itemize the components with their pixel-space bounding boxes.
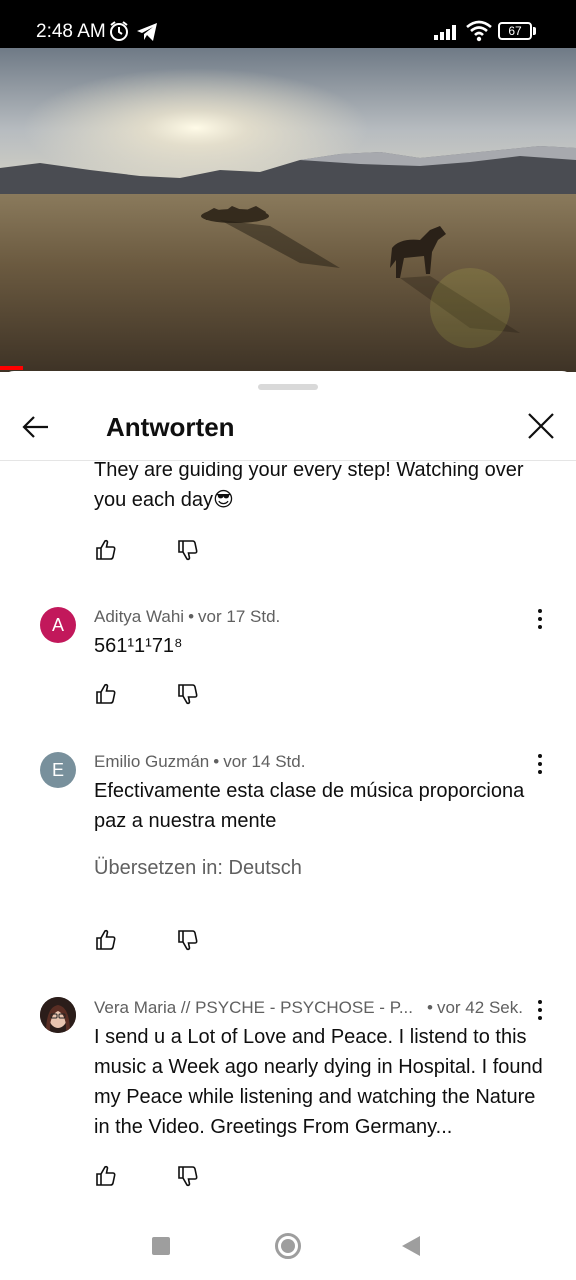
recents-icon[interactable] (152, 1237, 170, 1255)
battery-tip (533, 27, 536, 35)
thumbs-down-icon[interactable] (176, 1164, 200, 1188)
reply-author[interactable]: Emilio Guzmán (94, 752, 209, 771)
profile-photo (40, 997, 76, 1033)
status-time: 2:48 AM (36, 21, 106, 42)
sheet-header: Antworten (0, 399, 576, 461)
more-vert-icon[interactable] (530, 998, 550, 1022)
home-icon[interactable] (275, 1233, 301, 1259)
telegram-icon (137, 23, 157, 41)
reply-item: They are guiding your every step! Watchi… (0, 462, 576, 582)
reply-text: Efectivamente esta clase de música propo… (94, 780, 525, 832)
avatar[interactable]: E (40, 752, 76, 788)
nav-back-icon[interactable] (402, 1236, 420, 1256)
reply-item: Vera Maria // PSYCHE - PSYCHOSE - P... • v… (0, 993, 576, 1218)
status-bar: 2:48 AM 67 (0, 0, 576, 48)
reply-time: vor 14 Std. (223, 752, 306, 771)
reply-text: They are guiding your every step! Watchi… (94, 462, 524, 511)
close-icon[interactable] (522, 407, 560, 445)
reply-author[interactable]: Aditya Wahi (94, 607, 184, 626)
reply-author[interactable]: Vera Maria // PSYCHE - PSYCHOSE - P... (94, 998, 413, 1017)
replies-list[interactable]: They are guiding your every step! Watchi… (0, 462, 576, 1222)
signal-icon (434, 25, 456, 40)
video-progress-bar[interactable] (0, 366, 23, 370)
back-arrow-icon[interactable] (18, 409, 54, 445)
reply-item: E Emilio Guzmán • vor 14 Std. Efectivament… (0, 747, 576, 987)
battery-level: 67 (508, 24, 522, 38)
reply-meta: Aditya Wahi • vor 17 Std. (94, 607, 281, 626)
more-vert-icon[interactable] (530, 607, 550, 631)
translate-link[interactable]: Übersetzen in: Deutsch (94, 855, 302, 881)
thumbs-down-icon[interactable] (176, 538, 200, 562)
drag-handle[interactable] (258, 384, 318, 390)
thumbs-up-icon[interactable] (94, 928, 118, 952)
alarm-icon (110, 21, 128, 41)
video-frame (0, 48, 576, 372)
thumbs-down-icon[interactable] (176, 928, 200, 952)
battery-icon: 67 (498, 22, 532, 40)
thumbs-down-icon[interactable] (176, 682, 200, 706)
avatar[interactable] (40, 997, 76, 1033)
system-nav-bar (0, 1222, 576, 1280)
video-player[interactable] (0, 48, 576, 372)
sheet-title: Antworten (106, 412, 235, 442)
reply-meta: Emilio Guzmán • vor 14 Std. (94, 752, 306, 771)
reply-item: A Aditya Wahi • vor 17 Std. 561¹1¹71⁸ (0, 602, 576, 742)
reply-meta: Vera Maria // PSYCHE - PSYCHOSE - P... • v… (94, 998, 523, 1017)
avatar-letter: E (51, 760, 64, 780)
thumbs-up-icon[interactable] (94, 682, 118, 706)
wifi-icon (466, 20, 492, 42)
more-vert-icon[interactable] (530, 752, 550, 776)
reply-text: 561¹1¹71⁸ (94, 635, 183, 657)
reply-text: I send u a Lot of Love and Peace. I list… (94, 1026, 543, 1138)
thumbs-up-icon[interactable] (94, 1164, 118, 1188)
thumbs-up-icon[interactable] (94, 538, 118, 562)
avatar-letter: A (51, 615, 64, 635)
avatar[interactable]: A (40, 607, 76, 643)
reply-time: vor 17 Std. (198, 607, 281, 626)
reply-time: vor 42 Sek. (436, 998, 523, 1017)
